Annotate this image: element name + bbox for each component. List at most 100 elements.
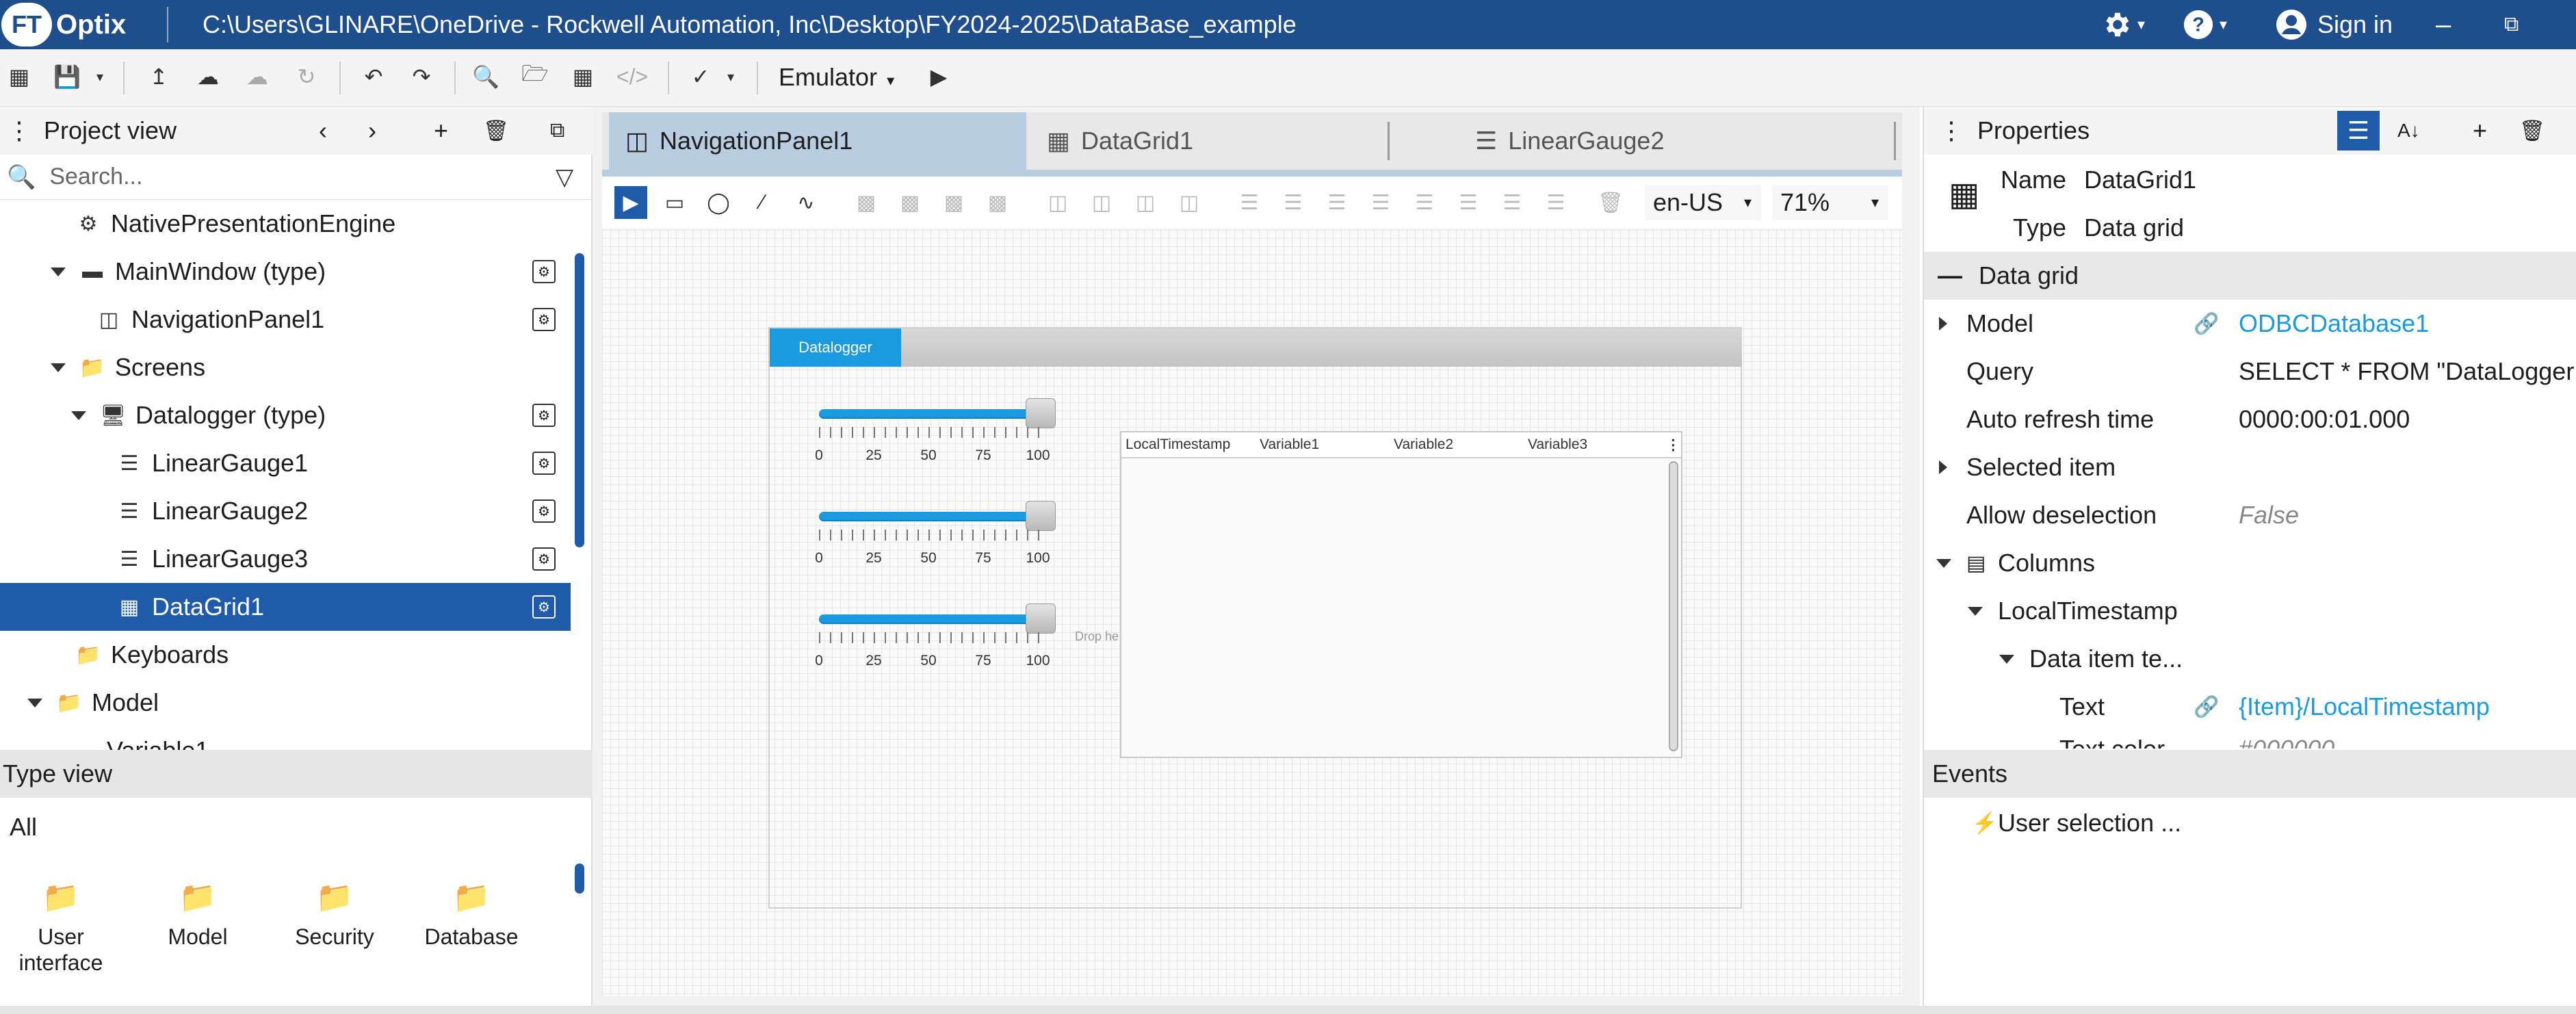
locale-dropdown[interactable]: en-US ▾ [1645, 185, 1761, 220]
delete-icon[interactable]: 🗑 [483, 119, 509, 143]
type-item-user-interface[interactable]: 📁 User interface [10, 879, 112, 976]
tree-node[interactable]: ☰ LinearGauge2 ⚙ [0, 487, 571, 535]
grid-column-header[interactable]: Variable1 [1260, 437, 1319, 453]
distribute-v-icon[interactable]: ◫ [1085, 186, 1118, 219]
align-stretch-icon[interactable]: ☰ [1539, 186, 1572, 219]
delete-icon[interactable]: 🗑 [2519, 119, 2545, 143]
search-icon[interactable]: 🔍 [471, 62, 501, 92]
property-section-header[interactable]: — Data grid [1924, 252, 2576, 300]
chevron-down-icon[interactable]: ▾ [85, 62, 115, 92]
minimize-button[interactable]: – [2436, 0, 2451, 49]
emulator-dropdown[interactable]: Emulator ▾ [779, 62, 894, 96]
type-item-security[interactable]: 📁 Security [283, 879, 386, 950]
expand-caret-icon[interactable] [71, 411, 86, 420]
settings-menu[interactable]: ▾ [2100, 0, 2145, 49]
gauge-thumb[interactable] [1026, 398, 1056, 428]
deploy-icon[interactable]: ↥ [144, 62, 174, 92]
property-row[interactable]: Data item te... [1924, 635, 2576, 683]
tree-node[interactable]: 📁 Screens [0, 343, 571, 391]
grid-column-header[interactable]: Variable3 [1528, 437, 1587, 453]
folder-open-icon[interactable]: 🗁 [520, 61, 550, 92]
properties-icon[interactable]: ⚙ [532, 404, 556, 427]
type-view-filter[interactable]: All [10, 813, 37, 842]
property-value[interactable]: {Item}/LocalTimestamp [2239, 692, 2490, 721]
tree-node[interactable]: ▬ MainWindow (type) ⚙ [0, 248, 571, 296]
filter-icon[interactable]: ▽ [556, 164, 573, 191]
align-bottom-icon[interactable]: ☰ [1496, 186, 1528, 219]
property-row[interactable]: ▤ Columns [1924, 539, 2576, 587]
align-center-icon[interactable]: ☰ [1320, 186, 1353, 219]
properties-icon[interactable]: ⚙ [532, 308, 556, 331]
distribute-h-icon[interactable]: ◫ [1041, 186, 1074, 219]
expand-caret-icon[interactable] [51, 267, 66, 276]
property-row[interactable]: Selected item [1924, 443, 2576, 491]
grid-column-header[interactable]: LocalTimestamp [1126, 437, 1230, 453]
expand-caret-icon[interactable] [1999, 654, 2014, 664]
property-row[interactable]: Text color #000000 [1924, 731, 2576, 749]
history-icon[interactable]: ↻ [291, 62, 322, 92]
add-icon[interactable]: + [434, 116, 448, 145]
expand-caret-icon[interactable] [1939, 317, 1947, 330]
tab-datagrid1[interactable]: ▦ DataGrid1 [1030, 112, 1448, 170]
property-value[interactable]: 0000:00:01.000 [2239, 405, 2410, 434]
tab-navigationpanel1[interactable]: ◫ NavigationPanel1 [609, 112, 1026, 170]
screen-preview[interactable]: Datalogger 0 25 50 75 100 0 25 50 75 100… [768, 327, 1742, 909]
add-icon[interactable]: + [2473, 116, 2487, 145]
align-center-h-icon[interactable]: ☰ [1277, 186, 1310, 219]
link-icon[interactable]: 🔗 [2194, 695, 2219, 719]
space-v-icon[interactable]: ◫ [1173, 186, 1206, 219]
tree-node[interactable]: 📁 Model [0, 679, 571, 727]
grid-scrollbar[interactable] [1669, 461, 1678, 751]
type-item-model[interactable]: 📁 Model [146, 879, 249, 950]
select-tool-icon[interactable]: ▶ [614, 186, 647, 219]
cloud-download-icon[interactable]: ☁ [242, 62, 272, 92]
tree-node[interactable]: 🖥 Datalogger (type) ⚙ [0, 391, 571, 439]
property-value[interactable]: DataGrid1 [2084, 166, 2196, 194]
tree-node-selected[interactable]: ▦ DataGrid1 ⚙ [0, 583, 571, 631]
space-h-icon[interactable]: ◫ [1129, 186, 1162, 219]
help-menu[interactable]: ? ▾ [2183, 0, 2227, 49]
play-icon[interactable]: ▶ [924, 62, 954, 92]
group-icon[interactable]: ▩ [850, 186, 883, 219]
align-left-icon[interactable]: ☰ [1233, 186, 1266, 219]
code-icon[interactable]: </> [616, 62, 648, 92]
sort-alpha-icon[interactable]: A↓ [2397, 120, 2420, 142]
properties-icon[interactable]: ⚙ [532, 595, 556, 619]
link-icon[interactable]: 🔗 [2194, 312, 2219, 336]
brush-icon[interactable]: ✓ [686, 62, 716, 92]
tree-scrollbar[interactable] [575, 253, 584, 547]
property-row[interactable]: Query SELECT * FROM "DataLogger1" [1924, 348, 2576, 395]
polyline-tool-icon[interactable]: ∿ [790, 186, 822, 219]
align-middle-icon[interactable]: ☰ [1452, 186, 1485, 219]
properties-icon[interactable]: ⚙ [532, 260, 556, 283]
forward-icon[interactable]: › [368, 116, 376, 145]
linear-gauge-1[interactable]: 0 25 50 75 100 [815, 397, 1056, 472]
expand-caret-icon[interactable] [27, 698, 42, 707]
expand-caret-icon[interactable] [51, 363, 66, 372]
property-row[interactable]: Model 🔗 ODBCDatabase1 [1924, 300, 2576, 348]
linear-gauge-3[interactable]: 0 25 50 75 100 [815, 602, 1056, 677]
delete-icon[interactable]: 🗑 [1594, 186, 1627, 219]
search-input[interactable]: Search... [49, 164, 142, 190]
cloud-upload-icon[interactable]: ☁ [193, 62, 223, 92]
save-icon[interactable]: 💾 [52, 62, 82, 92]
send-backward-icon[interactable]: ▩ [981, 186, 1014, 219]
copy-icon[interactable]: ⧉ [550, 119, 564, 142]
align-top-icon[interactable]: ☰ [1408, 186, 1441, 219]
property-row[interactable]: Auto refresh time 0000:00:01.000 [1924, 395, 2576, 443]
library-icon[interactable]: ▦ [568, 62, 598, 92]
redo-icon[interactable]: ↷ [406, 62, 437, 92]
tree-node[interactable]: ⚙ NativePresentationEngine [0, 200, 571, 248]
property-row[interactable]: LocalTimestamp [1924, 587, 2576, 635]
rectangle-tool-icon[interactable]: ▭ [658, 186, 691, 219]
nav-tab-datalogger[interactable]: Datalogger [770, 328, 901, 367]
tree-node[interactable]: ☰ LinearGauge1 ⚙ [0, 439, 571, 487]
line-tool-icon[interactable]: ∕ [746, 186, 779, 219]
linear-gauge-2[interactable]: 0 25 50 75 100 [815, 499, 1056, 575]
navigation-panel-preview[interactable]: Datalogger [770, 328, 1742, 367]
sign-in-button[interactable]: Sign in [2275, 0, 2393, 49]
expand-caret-icon[interactable] [1936, 558, 1951, 568]
tree-node[interactable]: ☰ LinearGauge3 ⚙ [0, 535, 571, 583]
ungroup-icon[interactable]: ▩ [894, 186, 926, 219]
design-canvas[interactable]: Datalogger 0 25 50 75 100 0 25 50 75 100… [602, 230, 1902, 996]
